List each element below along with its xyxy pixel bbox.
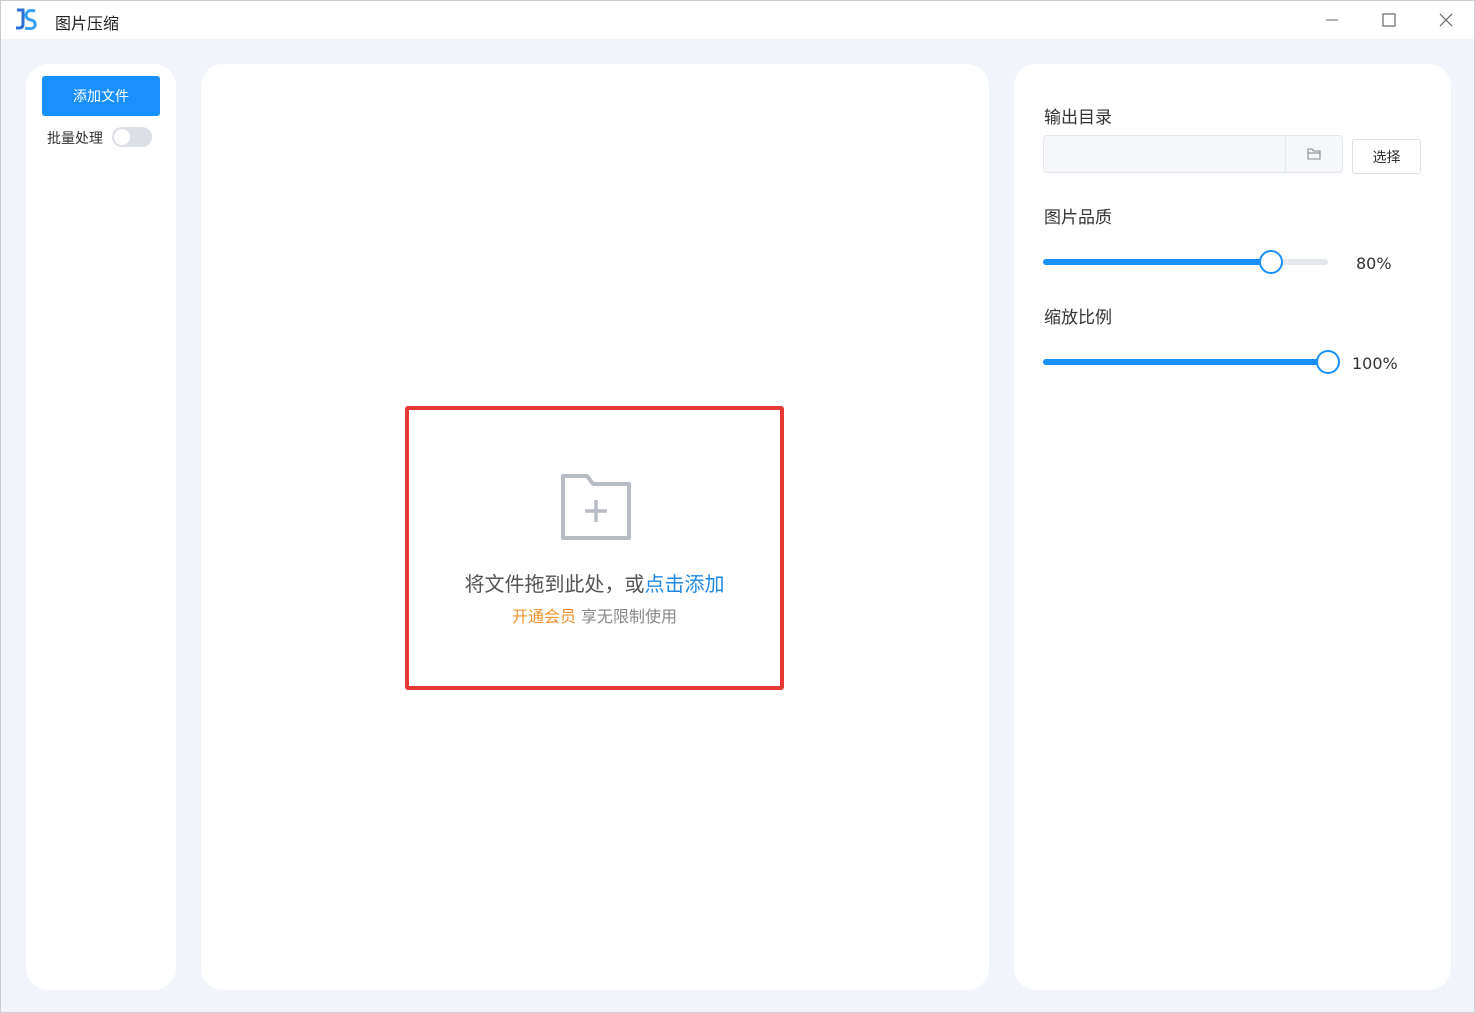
slider-thumb[interactable] (1316, 350, 1340, 374)
quality-label: 图片品质 (1044, 208, 1112, 228)
window-title: 图片压缩 (55, 14, 120, 33)
vip-hint-text: 享无限制使用 (575, 607, 678, 626)
vip-hint: 开通会员 享无限制使用 (409, 603, 780, 627)
output-dir-label: 输出目录 (1044, 108, 1112, 128)
close-button[interactable] (1424, 5, 1468, 35)
title-bar: 图片压缩 (1, 1, 1474, 39)
drop-hint: 将文件拖到此处，或点击添加 (409, 568, 780, 597)
batch-process-label: 批量处理 (47, 131, 103, 147)
batch-process-toggle[interactable] (112, 127, 152, 147)
drop-zone[interactable]: 将文件拖到此处，或点击添加 开通会员 享无限制使用 (405, 406, 784, 690)
maximize-button[interactable] (1367, 5, 1411, 35)
file-area-panel: 将文件拖到此处，或点击添加 开通会员 享无限制使用 (201, 64, 989, 990)
open-folder-button[interactable] (1285, 135, 1343, 173)
slider-fill (1043, 359, 1328, 365)
quality-value: 80% (1356, 254, 1392, 273)
scale-label: 缩放比例 (1044, 308, 1112, 328)
slider-fill (1043, 259, 1271, 265)
slider-thumb[interactable] (1259, 250, 1283, 274)
click-add-link[interactable]: 点击添加 (645, 572, 725, 596)
minimize-icon (1326, 19, 1338, 21)
choose-dir-button[interactable]: 选择 (1352, 139, 1421, 174)
close-icon (1439, 13, 1453, 27)
scale-value: 100% (1352, 354, 1398, 373)
sidebar-panel: 添加文件 批量处理 (26, 64, 176, 990)
folder-add-icon (561, 474, 631, 540)
maximize-icon (1382, 13, 1396, 27)
drop-hint-text: 将文件拖到此处，或 (464, 572, 645, 596)
app-window: 图片压缩 添加文件 批量处理 将文件拖到此处，或点击添加 开通会员 享无限制使用… (0, 0, 1475, 1013)
quality-slider[interactable] (1043, 250, 1328, 274)
minimize-button[interactable] (1310, 5, 1354, 35)
app-logo-icon (16, 8, 37, 31)
folder-icon (1307, 148, 1321, 160)
scale-slider[interactable] (1043, 350, 1340, 374)
settings-panel: 输出目录 选择 图片品质 80% 缩放比例 100% (1014, 64, 1451, 990)
output-dir-input[interactable] (1043, 135, 1286, 173)
toggle-knob (114, 129, 130, 145)
add-file-button[interactable]: 添加文件 (42, 76, 160, 116)
vip-link[interactable]: 开通会员 (512, 607, 576, 626)
